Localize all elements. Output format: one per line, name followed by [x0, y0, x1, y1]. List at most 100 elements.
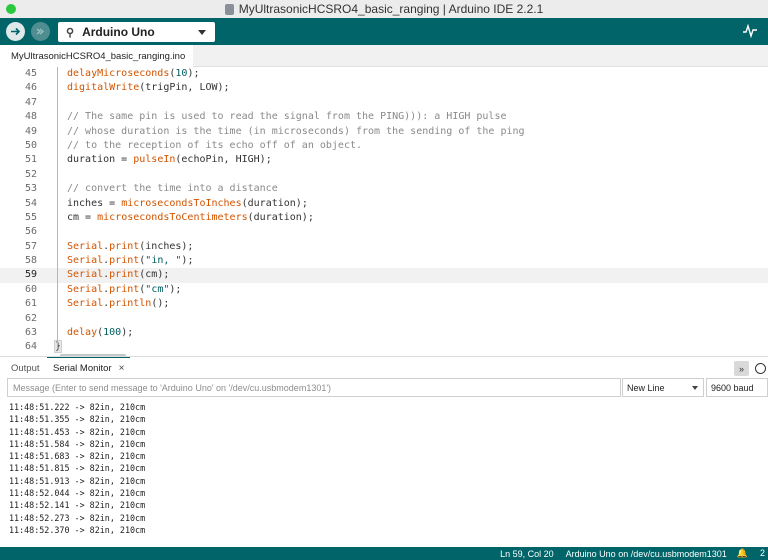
code-token: delay	[67, 327, 98, 339]
code-token: );	[181, 255, 194, 267]
chevron-down-icon	[692, 386, 698, 390]
code-line[interactable]: 45 delayMicroseconds(10);	[0, 67, 768, 81]
code-token: print	[109, 240, 140, 252]
upload-icon	[36, 28, 45, 35]
serial-plotter-icon[interactable]	[742, 23, 758, 39]
code-line[interactable]: 52	[0, 168, 768, 182]
file-tab-bar: MyUltrasonicHCSRO4_basic_ranging.ino	[0, 45, 768, 67]
line-number: 45	[24, 68, 37, 79]
code-token: // convert the time into a distance	[67, 183, 278, 195]
code-line[interactable]: 50 // to the reception of its echo off of…	[0, 139, 768, 153]
code-line[interactable]: 48 // The same pin is used to read the si…	[0, 110, 768, 124]
close-icon[interactable]: ×	[119, 363, 125, 374]
code-token: // to the reception of its echo off of a…	[67, 139, 363, 151]
code-token: 10	[175, 68, 188, 79]
window-title: MyUltrasonicHCSRO4_basic_ranging | Ardui…	[238, 2, 544, 16]
bottom-panel-header: Output Serial Monitor × »	[0, 356, 768, 378]
line-number: 52	[24, 168, 37, 180]
code-token: (cm);	[139, 269, 170, 281]
code-token: 100	[103, 327, 122, 339]
line-number: 60	[24, 283, 37, 295]
serial-line: 11:48:51.453 -> 82in, 210cm	[9, 426, 146, 437]
code-token: // whose duration is the time (in micros…	[67, 125, 525, 137]
line-number: 51	[24, 154, 37, 166]
code-text: Serial.print(inches);	[67, 240, 193, 254]
code-line[interactable]: 49 // whose duration is the time (in micr…	[0, 125, 768, 139]
code-line[interactable]: 61 Serial.println();	[0, 297, 768, 311]
code-token: "in, "	[145, 255, 182, 267]
code-text: // whose duration is the time (in micros…	[67, 125, 525, 139]
code-token: microsecondsToCentimeters	[97, 211, 248, 223]
line-number: 59	[24, 269, 37, 281]
code-token: );	[121, 327, 134, 339]
code-token: Serial	[67, 298, 104, 310]
code-text: }	[53, 340, 63, 354]
status-bar: Ln 59, Col 20 Arduino Uno on /dev/cu.usb…	[0, 547, 768, 560]
code-line[interactable]: 46 digitalWrite(trigPin, LOW);	[0, 81, 768, 95]
code-line[interactable]: 56	[0, 225, 768, 239]
code-token: "cm"	[145, 283, 170, 295]
code-token: print	[109, 283, 140, 295]
file-tab[interactable]: MyUltrasonicHCSRO4_basic_ranging.ino	[0, 45, 194, 67]
tab-serial-monitor[interactable]: Serial Monitor ×	[47, 357, 131, 379]
code-token: (duration);	[241, 197, 308, 209]
line-number: 47	[24, 96, 37, 108]
code-token: ();	[151, 298, 170, 310]
code-token: Serial	[67, 255, 104, 267]
line-ending-select[interactable]: New Line	[622, 378, 704, 397]
code-line[interactable]: 54 inches = microsecondsToInches(duration…	[0, 197, 768, 211]
code-line[interactable]: 59 Serial.print(cm);	[0, 268, 768, 283]
code-token: (duration);	[247, 211, 314, 223]
timestamp-icon[interactable]	[753, 361, 768, 376]
code-token: print	[109, 255, 140, 267]
line-number: 64	[24, 341, 37, 353]
chevron-down-icon	[198, 30, 206, 35]
baud-rate-select[interactable]: 9600 baud	[706, 378, 768, 397]
line-number: 46	[24, 82, 37, 94]
serial-monitor-output[interactable]: 11:48:51.222 -> 82in, 210cm 11:48:51.355 …	[0, 401, 768, 547]
code-line[interactable]: 60 Serial.print("cm");	[0, 283, 768, 297]
cursor-position[interactable]: Ln 59, Col 20	[500, 549, 554, 559]
indent-guide	[57, 67, 58, 349]
verify-icon	[11, 27, 21, 36]
code-line[interactable]: 55 cm = microsecondsToCentimeters(duratio…	[0, 211, 768, 225]
verify-button[interactable]	[6, 22, 25, 41]
code-text: delay(100);	[67, 326, 133, 340]
code-line[interactable]: 57 Serial.print(inches);	[0, 240, 768, 254]
code-token: inches =	[67, 197, 122, 209]
code-token: Serial	[67, 283, 104, 295]
message-input[interactable]: Message (Enter to send message to 'Ardui…	[7, 378, 621, 397]
board-selector[interactable]: ⚲ Arduino Uno	[58, 22, 215, 42]
code-line[interactable]: 64}	[0, 340, 768, 354]
code-line[interactable]: 62	[0, 312, 768, 326]
tab-output[interactable]: Output	[11, 357, 40, 379]
line-number: 58	[24, 255, 37, 267]
code-line[interactable]: 58 Serial.print("in, ");	[0, 254, 768, 268]
code-line[interactable]: 63 delay(100);	[0, 326, 768, 340]
window-control-dot[interactable]	[6, 4, 16, 14]
code-token: Serial	[67, 240, 104, 252]
line-number: 57	[24, 240, 37, 252]
code-token: );	[169, 283, 182, 295]
notification-icon[interactable]: 🔔 2	[737, 548, 765, 559]
serial-line: 11:48:51.355 -> 82in, 210cm	[9, 414, 146, 425]
code-editor[interactable]: 45 delayMicroseconds(10); 46 digitalWrite(t…	[0, 67, 768, 356]
line-number: 55	[24, 211, 37, 223]
serial-input-row: Message (Enter to send message to 'Ardui…	[0, 378, 768, 398]
code-token: microsecondsToInches	[121, 197, 242, 209]
serial-line: 11:48:51.222 -> 82in, 210cm	[9, 402, 146, 412]
code-text: delayMicroseconds(10);	[67, 67, 199, 81]
toggle-autoscroll-icon[interactable]: »	[734, 361, 749, 376]
code-text: duration = pulseIn(echoPin, HIGH);	[67, 153, 272, 167]
code-line[interactable]: 47	[0, 96, 768, 110]
code-line[interactable]: 51 duration = pulseIn(echoPin, HIGH);	[0, 153, 768, 167]
line-number: 54	[24, 197, 37, 209]
line-number: 48	[24, 111, 37, 123]
serial-line: 11:48:51.815 -> 82in, 210cm	[9, 463, 146, 474]
upload-button[interactable]	[31, 22, 50, 41]
board-port-status[interactable]: Arduino Uno on /dev/cu.usbmodem1301	[566, 549, 727, 559]
code-text: Serial.println();	[67, 297, 169, 311]
code-line[interactable]: 53 // convert the time into a distance	[0, 182, 768, 196]
code-token: );	[187, 68, 200, 79]
line-number: 61	[24, 298, 37, 310]
